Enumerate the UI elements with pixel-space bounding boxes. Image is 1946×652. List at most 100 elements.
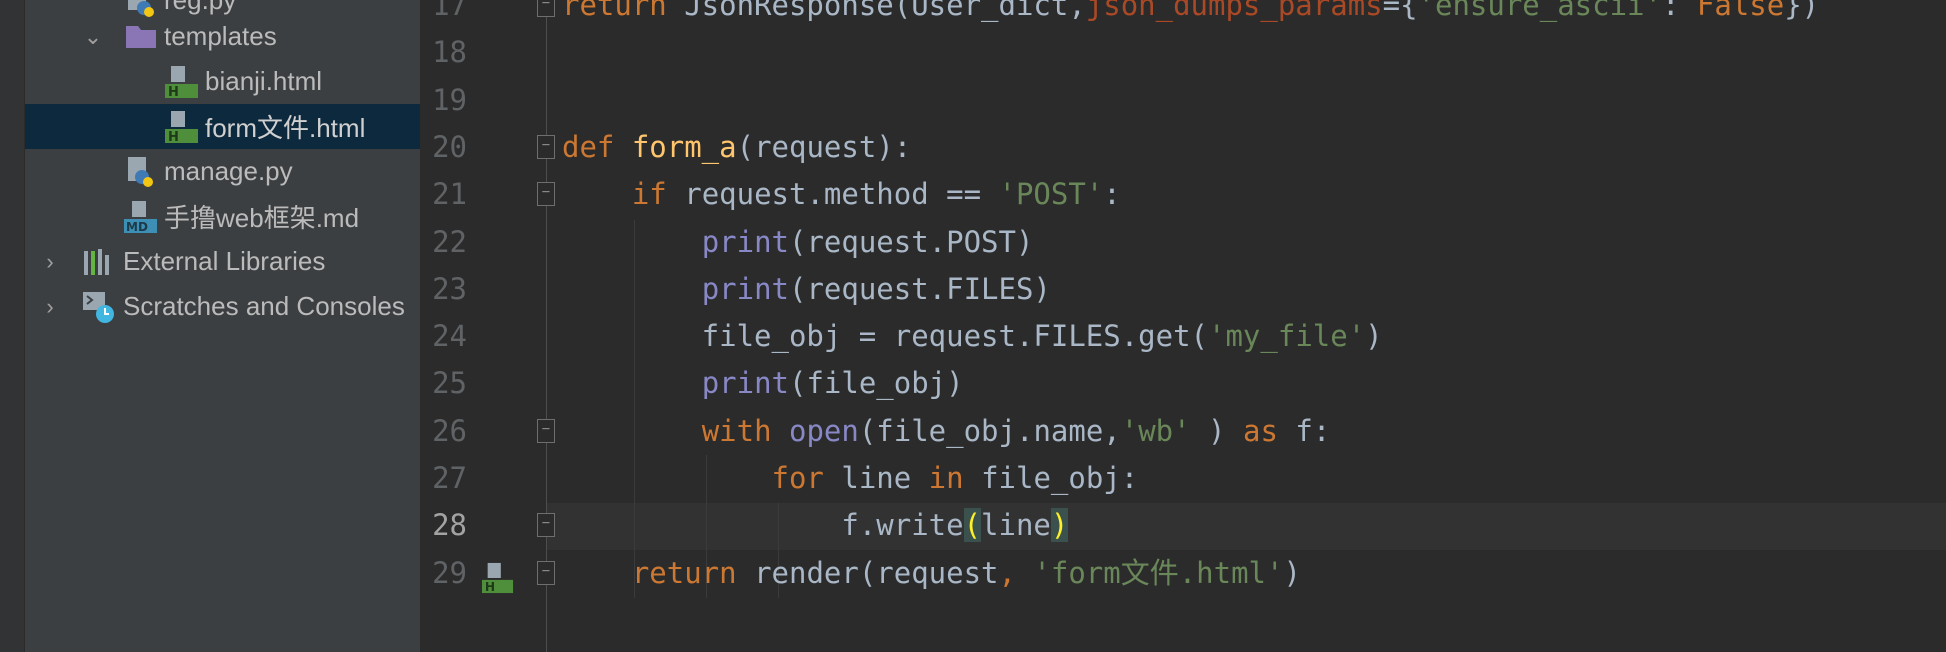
code-token: (request.FILES) — [789, 271, 1051, 306]
code-token: , — [998, 555, 1034, 590]
code-token: (file_obj.name, — [858, 413, 1121, 448]
chevron-right-icon[interactable]: › — [39, 249, 61, 274]
code-token: 'ensure_ascii' — [1417, 0, 1662, 22]
code-line[interactable]: file_obj = request.FILES.get('my_file') — [562, 313, 1383, 360]
line-number[interactable]: 29 — [420, 550, 467, 597]
code-token: json_dumps_params — [1085, 0, 1383, 22]
markdown-file-icon: MD — [124, 200, 157, 234]
code-token: ( — [963, 508, 982, 543]
code-token: request.method == — [684, 177, 999, 212]
code-token: : — [1661, 0, 1697, 22]
code-token: JsonResponse(User_dict, — [684, 0, 1086, 22]
chevron-right-icon[interactable]: › — [39, 294, 61, 319]
line-number[interactable]: 21 — [420, 171, 467, 218]
tree-item-bianji-html[interactable]: H bianji.html — [25, 59, 420, 104]
chevron-down-icon[interactable]: ⌄ — [82, 24, 104, 49]
code-token: : — [1103, 177, 1121, 212]
code-line[interactable]: return JsonResponse(User_dict,json_dumps… — [562, 0, 1819, 29]
code-token: }) — [1784, 0, 1820, 22]
tree-item-md[interactable]: MD 手撸web框架.md — [25, 194, 420, 239]
code-token: f.write — [562, 508, 964, 543]
svg-text:H: H — [485, 580, 495, 594]
tree-item-label: 手撸web框架.md — [164, 203, 360, 233]
line-number[interactable]: 26 — [420, 408, 467, 455]
tree-item-form-html[interactable]: H form文件.html — [25, 104, 420, 149]
code-token: False — [1696, 0, 1785, 22]
line-number[interactable]: 28 — [420, 502, 467, 549]
code-line[interactable]: return render(request, 'form文件.html') — [562, 550, 1301, 597]
code-token: return — [631, 555, 755, 590]
tree-item-label: manage.py — [164, 156, 293, 186]
code-token: 'my_file' — [1208, 319, 1366, 354]
folder-icon — [126, 25, 156, 48]
code-token: (request.POST) — [789, 224, 1034, 259]
tree-item-scratches[interactable]: › Scratches and Consoles — [25, 284, 437, 329]
code-token: def — [562, 129, 632, 164]
tree-item-templates[interactable]: ⌄ templates — [25, 14, 420, 59]
code-line[interactable]: print(file_obj) — [562, 360, 964, 407]
code-line[interactable]: f.write(line) — [562, 502, 1069, 549]
code-token: file_obj = request.FILES.get( — [562, 319, 1209, 354]
code-line[interactable]: print(request.FILES) — [562, 266, 1051, 313]
line-number[interactable]: 17 — [420, 0, 467, 29]
libraries-icon — [84, 248, 109, 275]
line-number[interactable]: 20 — [420, 124, 467, 171]
line-number[interactable]: 25 — [420, 360, 467, 407]
code-token: in — [928, 461, 982, 495]
code-line[interactable]: def form_a(request): — [562, 124, 911, 171]
svg-text:MD: MD — [126, 220, 148, 234]
code-line[interactable]: for line in file_obj: — [562, 455, 1139, 502]
code-token: (file_obj) — [789, 366, 964, 401]
scratches-icon — [83, 291, 114, 323]
line-number[interactable]: 24 — [420, 313, 467, 360]
tree-item-external-libraries[interactable]: › External Libraries — [25, 239, 420, 284]
tree-item-label: External Libraries — [123, 246, 326, 276]
html-file-icon: H — [165, 110, 198, 144]
tree-item-label: Scratches and Consoles — [123, 291, 405, 321]
code-token: for — [771, 461, 842, 495]
code-token: print — [701, 271, 789, 306]
tree-item-label: form文件.html — [205, 113, 366, 143]
code-line[interactable]: print(request.POST) — [562, 219, 1034, 266]
html-gutter-icon[interactable]: H — [482, 562, 514, 594]
code-token: line — [981, 508, 1051, 543]
tree-item-manage-py[interactable]: manage.py — [25, 149, 420, 194]
code-token: file_obj: — [981, 461, 1139, 495]
code-token: 'POST' — [998, 177, 1104, 212]
code-token: ) — [1050, 508, 1069, 543]
code-token: render(request — [754, 555, 999, 590]
code-token: 'form文件.html' — [1033, 555, 1284, 590]
code-token: f: — [1295, 413, 1331, 448]
fold-collapse-icon[interactable]: − — [537, 418, 555, 443]
code-token: if — [631, 177, 685, 212]
code-token: (request): — [736, 129, 912, 164]
code-token: print — [701, 224, 789, 259]
code-editor[interactable]: 17 return JsonResponse(User_dict,json_dum… — [420, 0, 1946, 652]
line-number[interactable]: 27 — [420, 455, 467, 502]
fold-collapse-icon[interactable]: − — [537, 134, 555, 159]
code-token: ) — [1190, 413, 1243, 448]
svg-text:H: H — [168, 85, 179, 99]
line-number[interactable]: 18 — [420, 29, 467, 76]
html-file-icon: H — [165, 65, 198, 99]
svg-text:H: H — [168, 130, 179, 144]
line-number[interactable]: 23 — [420, 266, 467, 313]
fold-collapse-icon[interactable]: − — [537, 182, 555, 207]
fold-end-icon[interactable]: − — [537, 0, 555, 17]
code-token: with — [701, 413, 789, 448]
code-token: ) — [1365, 319, 1383, 354]
fold-guide — [546, 0, 547, 652]
code-line[interactable]: with open(file_obj.name,'wb' ) as f: — [562, 408, 1331, 455]
fold-end-icon[interactable]: − — [537, 513, 555, 538]
line-number[interactable]: 22 — [420, 219, 467, 266]
line-number[interactable]: 19 — [420, 77, 467, 124]
tree-item-label: bianji.html — [205, 66, 323, 96]
code-token: form_a — [631, 129, 737, 164]
fold-end-icon[interactable]: − — [537, 560, 555, 585]
code-line[interactable]: if request.method == 'POST': — [562, 171, 1121, 218]
